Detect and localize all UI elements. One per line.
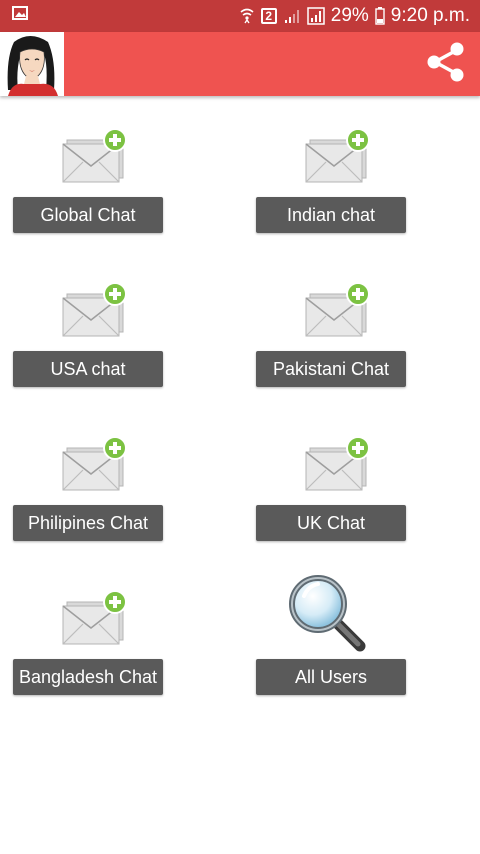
battery-percent: 29% [330,5,369,26]
pakistani-chat-button[interactable]: Pakistani Chat [256,351,406,387]
magnifier-icon[interactable] [286,572,370,656]
signal-weak-icon [283,7,301,25]
usa-chat-button[interactable]: USA chat [13,351,163,387]
battery-icon [375,7,385,25]
mail-add-icon[interactable] [57,280,135,342]
mail-add-icon[interactable] [57,588,135,650]
wifi-icon [239,7,255,25]
mail-add-icon[interactable] [300,434,378,496]
app-bar [0,32,480,96]
mail-add-icon[interactable] [300,280,378,342]
indian-chat-button[interactable]: Indian chat [256,197,406,233]
global-chat-button[interactable]: Global Chat [13,197,163,233]
status-bar: 2 29% 9:20 p.m. [0,0,480,32]
all-users-button[interactable]: All Users [256,659,406,695]
signal-icon [307,7,325,25]
share-icon [424,40,468,89]
clock: 9:20 p.m. [390,5,470,26]
mail-add-icon[interactable] [57,126,135,188]
share-button[interactable] [420,38,472,90]
mail-add-icon[interactable] [300,126,378,188]
profile-avatar[interactable] [0,32,64,96]
gallery-icon [12,5,28,27]
mail-add-icon[interactable] [57,434,135,496]
philipines-chat-button[interactable]: Philipines Chat [13,505,163,541]
bangladesh-chat-button[interactable]: Bangladesh Chat [13,659,163,695]
sim-2-icon: 2 [260,8,277,24]
uk-chat-button[interactable]: UK Chat [256,505,406,541]
